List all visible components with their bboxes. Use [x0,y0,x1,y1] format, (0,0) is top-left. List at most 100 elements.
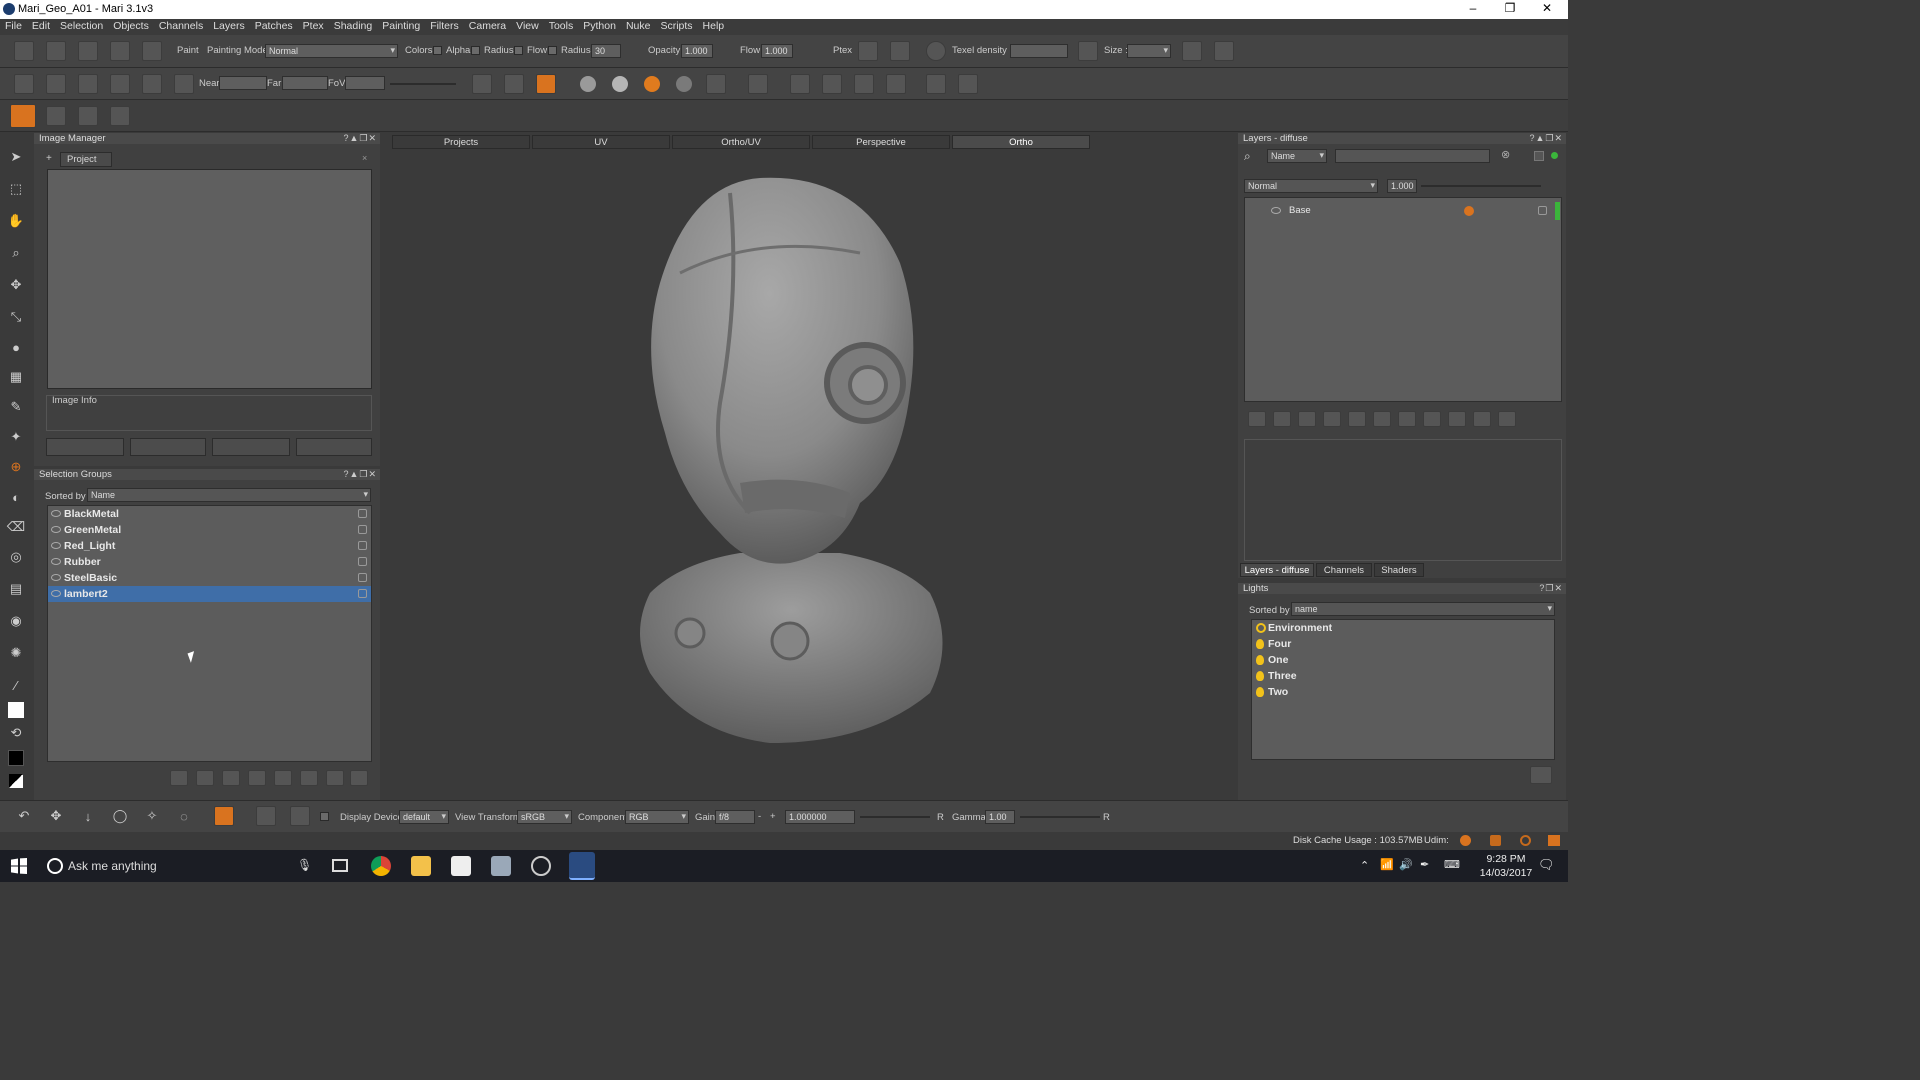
background-color-swatch[interactable] [8,750,24,766]
foreground-color-swatch[interactable] [8,702,24,718]
slurp-tool-icon[interactable]: ◉ [6,612,26,630]
copy-layer-icon[interactable] [1182,41,1202,61]
flow-input[interactable]: 1.000 [761,44,793,58]
hide-group-icon[interactable] [300,770,318,786]
component-select[interactable]: RGB [625,810,689,824]
list-item[interactable]: Rubber [48,554,371,570]
tab-layers-diffuse[interactable]: Layers - diffuse [1240,563,1314,577]
chrome-icon[interactable] [371,856,391,876]
hud-icon[interactable] [472,74,492,94]
texel-density-input[interactable] [1010,44,1068,58]
grid-view-icon[interactable] [1498,411,1516,427]
maximize-button[interactable]: ❐ [1500,1,1520,15]
swap-colors-icon[interactable]: ⟲ [6,724,26,742]
gain-reset-button[interactable]: R [937,812,944,823]
wireframe-icon[interactable] [706,74,726,94]
keyboard-icon[interactable]: ⌨ [1444,858,1460,871]
down-arrow-icon[interactable]: ↓ [78,807,98,825]
add-to-group-icon[interactable] [196,770,214,786]
windows-start-icon[interactable] [11,858,27,874]
rotate-icon[interactable]: ◯ [110,807,130,825]
shelf-item-icon[interactable] [110,106,130,126]
menu-scripts[interactable]: Scripts [655,19,697,35]
tab-channels[interactable]: Channels [1316,563,1372,577]
fill-tool-icon[interactable]: ▤ [6,580,26,598]
lock-icon[interactable] [358,509,367,518]
eye-icon[interactable] [51,526,61,533]
alpha-checkbox[interactable] [471,46,480,55]
smudge-tool-icon[interactable]: ✺ [6,644,26,662]
list-item[interactable]: SteelBasic [48,570,371,586]
delete-layer-icon[interactable] [1473,411,1491,427]
menu-file[interactable]: File [0,19,27,35]
far-input[interactable] [282,76,328,90]
menu-edit[interactable]: Edit [27,19,55,35]
eye-icon[interactable] [51,590,61,597]
list-item[interactable]: Four [1252,636,1554,652]
scale-icon[interactable]: ✧ [142,807,162,825]
sort-select[interactable]: Name [87,488,371,502]
move-icon[interactable]: ✥ [6,276,26,294]
gain-minus-button[interactable]: - [758,811,761,822]
fov-input[interactable] [345,76,385,90]
menu-filters[interactable]: Filters [425,19,464,35]
open-icon[interactable] [46,41,66,61]
mirror-z-icon[interactable] [854,74,874,94]
lock-icon[interactable] [358,541,367,550]
radius-input[interactable]: 30 [591,44,621,58]
blur-tool-icon[interactable]: ● [6,338,26,356]
menu-layers[interactable]: Layers [208,19,250,35]
brush-tool-icon[interactable]: ✎ [6,398,26,416]
ptex-grid-icon[interactable] [890,41,910,61]
gamma-input[interactable]: 1.00 [985,810,1015,824]
paint-tool-icon[interactable]: ⊕ [6,458,26,476]
projector-icon[interactable] [142,74,162,94]
view-transform-select[interactable]: sRGB [517,810,572,824]
panel-controls-icon[interactable]: ?▲❐✕ [1529,133,1563,144]
task-view-icon[interactable] [332,859,348,872]
flat-shading-icon[interactable] [580,76,596,92]
menu-tools[interactable]: Tools [544,19,579,35]
clip-planes-icon[interactable] [174,74,194,94]
basic-shading-icon[interactable] [612,76,628,92]
gradient-tool-icon[interactable]: ◐ [6,488,26,506]
shadow-icon[interactable] [676,76,692,92]
gain-plus-button[interactable]: + [770,811,776,822]
paste-layer-icon[interactable] [1214,41,1234,61]
select-group-icon[interactable] [222,770,240,786]
pen-icon[interactable]: ✒ [1420,858,1429,871]
view-cube-icon[interactable] [14,74,34,94]
tab-projects[interactable]: Projects [392,135,530,149]
microphone-icon[interactable]: 🎙 [297,858,312,872]
layer-opacity-input[interactable]: 1.000 [1387,179,1417,193]
frame-icon[interactable] [78,74,98,94]
near-input[interactable] [219,76,267,90]
panel-controls-icon[interactable]: ?❐✕ [1539,583,1563,594]
light-settings-icon[interactable] [1530,766,1552,784]
tab-ortho-uv[interactable]: Ortho/UV [672,135,810,149]
default-colors-icon[interactable] [9,774,23,788]
eye-icon[interactable] [51,510,61,517]
mirror-x-icon[interactable] [790,74,810,94]
grid-tool-icon[interactable]: ▦ [6,368,26,386]
uv-toggle-icon[interactable] [110,74,130,94]
clock-time[interactable]: 9:28 PM [1478,853,1534,865]
gamma-slider[interactable] [1020,816,1100,818]
close-button[interactable]: ✕ [1537,1,1557,15]
lock-icon[interactable] [358,557,367,566]
add-procedural-icon[interactable] [1273,411,1291,427]
file-explorer-icon[interactable] [411,856,431,876]
menu-selection[interactable]: Selection [55,19,108,35]
layer-filter-select[interactable]: Name [1267,149,1327,163]
filter-toggle-icon[interactable] [1534,151,1544,161]
lights-sort-select[interactable]: name [1291,602,1555,616]
ptex-resolution-icon[interactable] [858,41,878,61]
lock-icon[interactable] [358,525,367,534]
email-image-button[interactable] [212,438,290,456]
colors-checkbox[interactable] [433,46,442,55]
mirror-y-icon[interactable] [822,74,842,94]
notifications-icon[interactable]: 🗨 [1538,857,1555,873]
opacity-input[interactable]: 1.000 [681,44,713,58]
panel-controls-icon[interactable]: ?▲❐✕ [343,469,377,480]
image-list[interactable] [47,169,372,389]
